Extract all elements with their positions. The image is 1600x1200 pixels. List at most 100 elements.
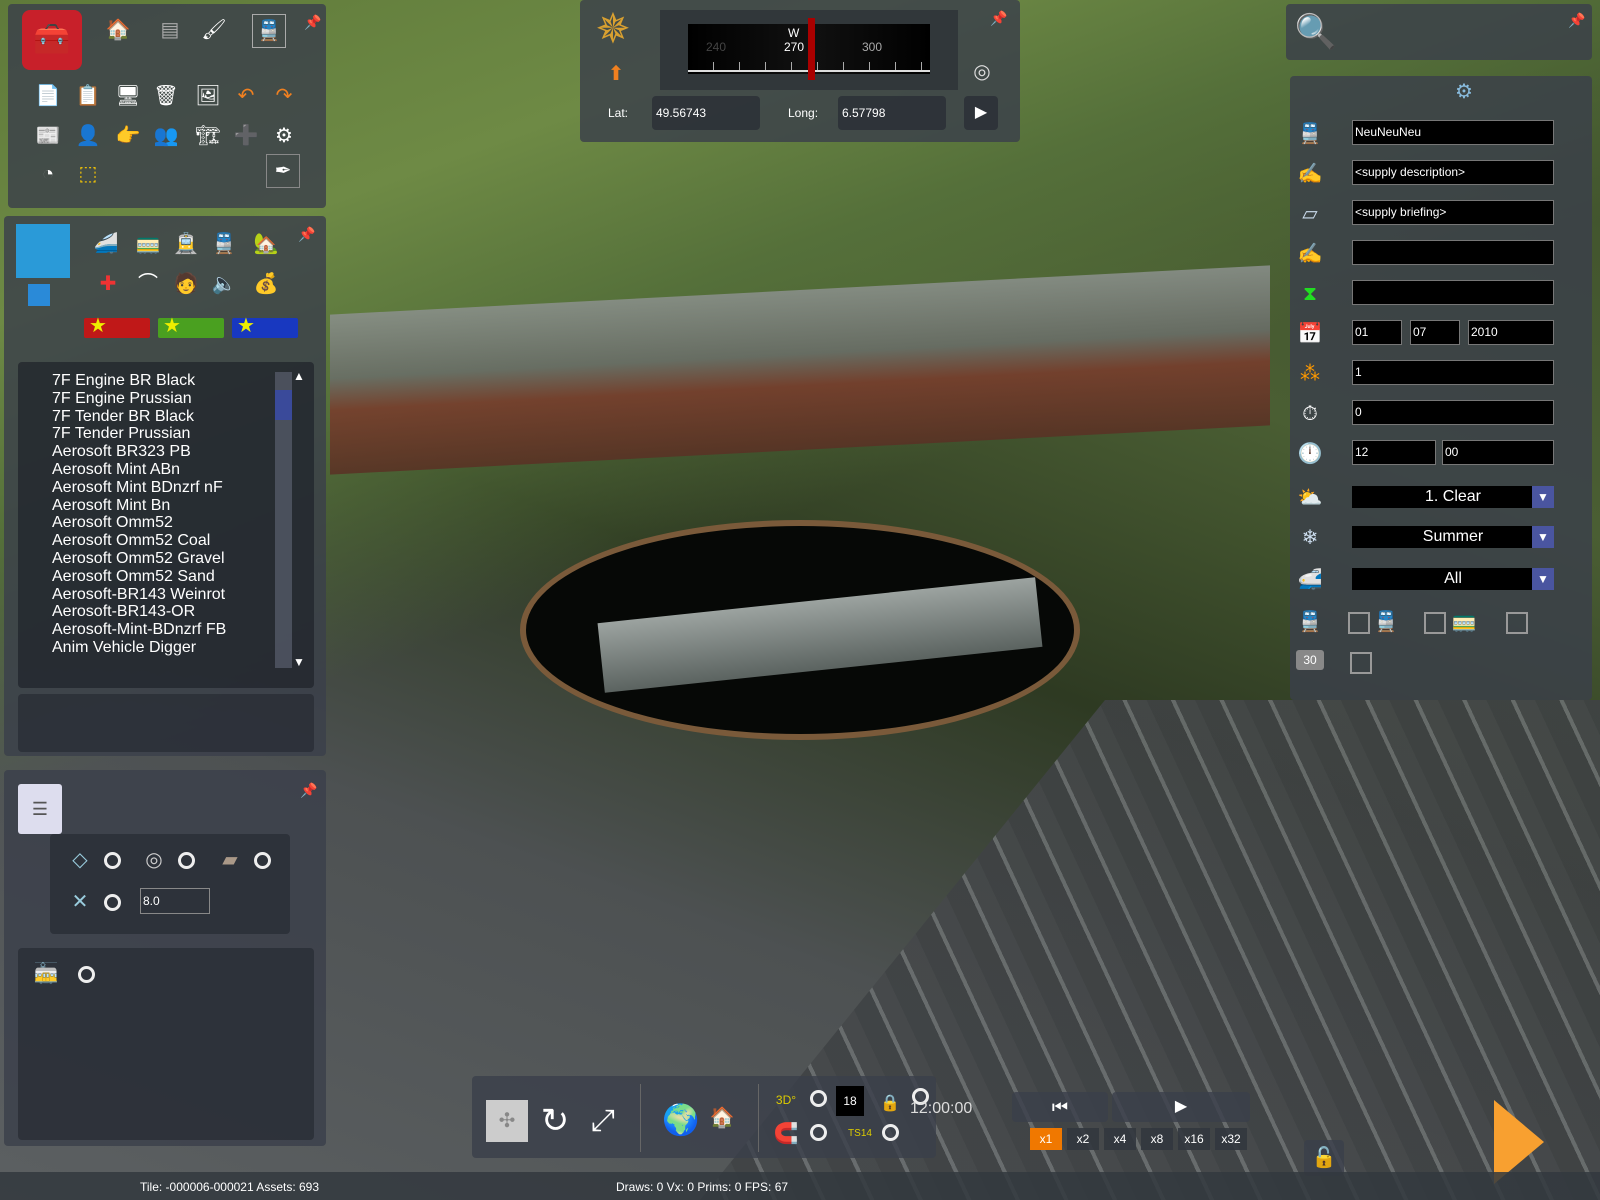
screenshot-icon[interactable]: 🖼 xyxy=(194,82,222,110)
person-icon[interactable]: 🧑 xyxy=(172,270,200,298)
list-item[interactable]: Aerosoft BR323 PB xyxy=(35,443,314,461)
selection-icon[interactable]: ⬚ xyxy=(74,160,102,188)
rewind-button[interactable]: ⏮ xyxy=(1012,1092,1108,1122)
move-icon[interactable]: ✣ xyxy=(486,1100,528,1142)
list-item[interactable]: Aerosoft Mint ABn xyxy=(35,461,314,479)
speed-button-x8[interactable]: x8 xyxy=(1141,1128,1173,1150)
plane-radio[interactable] xyxy=(104,852,121,869)
screen-icon[interactable]: 🖥 xyxy=(114,82,142,110)
option-checkbox-3[interactable] xyxy=(1506,612,1528,634)
ink-icon[interactable]: ✒ xyxy=(266,154,300,188)
undo-icon[interactable]: ↶ xyxy=(232,82,260,110)
list-item[interactable]: 7F Engine Prussian xyxy=(35,390,314,408)
pin-icon[interactable]: 📌 xyxy=(300,782,317,798)
list-item[interactable]: Anim Vehicle Digger xyxy=(35,639,314,657)
briefing-field[interactable]: <supply briefing> xyxy=(1352,200,1554,225)
driver-icon[interactable]: 👤 xyxy=(74,122,102,150)
rotate-icon[interactable]: ↻ xyxy=(534,1100,576,1142)
pointer-icon[interactable]: 👉 xyxy=(114,122,142,150)
settings-doc-icon[interactable]: ⚙ xyxy=(270,122,298,150)
angle-3d-icon[interactable]: 3D° xyxy=(772,1086,800,1114)
crane-icon[interactable]: 🏗 xyxy=(194,122,222,150)
redo-icon[interactable]: ↷ xyxy=(270,82,298,110)
map-arrow-icon[interactable]: ⬆ xyxy=(602,60,630,88)
go-button[interactable]: ▶ xyxy=(964,96,998,130)
list-item[interactable]: Aerosoft Omm52 Sand xyxy=(35,568,314,586)
people-icon[interactable]: 👥 xyxy=(152,122,180,150)
timetable-icon[interactable]: 📰 xyxy=(34,122,62,150)
scroll-up-icon[interactable]: ▲ xyxy=(276,368,305,386)
scroll-thumb[interactable] xyxy=(275,390,292,420)
recenter-icon[interactable]: ◎ xyxy=(968,58,996,86)
train-driver-icon[interactable]: 🚆 xyxy=(252,14,286,48)
toolbox-icon[interactable]: 🧰 xyxy=(22,10,82,70)
grid-radio[interactable] xyxy=(104,894,121,911)
list-item[interactable]: Aerosoft Omm52 Coal xyxy=(35,532,314,550)
target-radio[interactable] xyxy=(178,852,195,869)
lock-icon[interactable]: 🔒 xyxy=(876,1090,904,1118)
long-field[interactable]: 6.57798 xyxy=(838,96,946,130)
unlock-button[interactable]: 🔓 xyxy=(1304,1140,1344,1176)
speed-button-x16[interactable]: x16 xyxy=(1178,1128,1210,1150)
magnet-icon[interactable]: 🧲 xyxy=(772,1120,800,1148)
cube-large-icon[interactable] xyxy=(16,224,70,278)
hour-field[interactable]: 12 xyxy=(1352,440,1436,465)
speed-button-x2[interactable]: x2 xyxy=(1067,1128,1099,1150)
paint-brush-icon[interactable]: 🖌 xyxy=(200,16,228,44)
list-item[interactable]: Aerosoft-BR143 Weinrot xyxy=(35,586,314,604)
delete-icon[interactable]: 🗑 xyxy=(152,82,180,110)
option-checkbox-2[interactable] xyxy=(1424,612,1446,634)
train-direction-radio[interactable] xyxy=(78,966,95,983)
start-location-field[interactable] xyxy=(1352,280,1554,305)
chevron-down-icon[interactable]: ▼ xyxy=(1532,526,1554,548)
house-tree-icon[interactable]: 🏡 xyxy=(252,230,280,258)
compass-rose-icon[interactable]: ✵ xyxy=(588,4,638,54)
list-item[interactable]: Aerosoft Omm52 xyxy=(35,514,314,532)
list-item[interactable]: 7F Tender Prussian xyxy=(35,425,314,443)
heading-strip[interactable]: W 240 270 300 xyxy=(660,10,958,90)
train-front-icon[interactable]: 🚆 xyxy=(210,230,238,258)
list-item[interactable]: Aerosoft Omm52 Gravel xyxy=(35,550,314,568)
day-field[interactable]: 01 xyxy=(1352,320,1402,345)
signal-icon[interactable]: ✚ xyxy=(94,270,122,298)
weather-dropdown[interactable]: 1. Clear ▼ xyxy=(1352,486,1554,508)
search-icon[interactable]: 🔍 xyxy=(1294,10,1338,54)
home-icon[interactable]: 🏠 xyxy=(708,1104,736,1132)
wagon-icon[interactable]: 🚃 xyxy=(134,230,162,258)
speed-button-x32[interactable]: x32 xyxy=(1215,1128,1247,1150)
list-item[interactable]: Aerosoft-BR143-OR xyxy=(35,603,314,621)
loco-icon[interactable]: 🚄 xyxy=(92,230,120,258)
chevron-down-icon[interactable]: ▼ xyxy=(1532,568,1554,590)
angle-radio[interactable] xyxy=(810,1090,827,1107)
home-icon[interactable]: 🏠 xyxy=(104,16,132,44)
list-item[interactable]: 7F Tender BR Black xyxy=(35,408,314,426)
month-field[interactable]: 07 xyxy=(1410,320,1460,345)
paste-icon[interactable]: 📋 xyxy=(74,82,102,110)
cube-small-icon[interactable] xyxy=(28,284,50,306)
list-item[interactable]: Aerosoft-Mint-BDnzrf FB xyxy=(35,621,314,639)
scenario-name-field[interactable]: NeuNeuNeu xyxy=(1352,120,1554,145)
ts14-radio[interactable] xyxy=(882,1124,899,1141)
speed-button-x1[interactable]: x1 xyxy=(1030,1128,1062,1150)
option-checkbox-1[interactable] xyxy=(1348,612,1370,634)
year-field[interactable]: 2010 xyxy=(1468,320,1554,345)
pie-chart-icon[interactable]: ◔ xyxy=(34,160,62,188)
duration-field[interactable]: 0 xyxy=(1352,400,1554,425)
bridge-icon[interactable]: ⌒ xyxy=(134,270,162,298)
option-checkbox-4[interactable] xyxy=(1350,652,1372,674)
list-item[interactable]: Aerosoft Mint Bn xyxy=(35,497,314,515)
description-field[interactable]: <supply description> xyxy=(1352,160,1554,185)
add-driver-icon[interactable]: ➕ xyxy=(232,122,260,150)
play-button[interactable]: ▶ xyxy=(1112,1092,1250,1122)
cargo-icon[interactable]: 💰 xyxy=(252,270,280,298)
author-field[interactable] xyxy=(1352,240,1554,265)
tram-icon[interactable]: 🚊 xyxy=(172,230,200,258)
list-item[interactable]: Aerosoft Mint BDnzrf nF xyxy=(35,479,314,497)
difficulty-field[interactable]: 1 xyxy=(1352,360,1554,385)
chevron-down-icon[interactable]: ▼ xyxy=(1532,486,1554,508)
globe-icon[interactable]: 🌍 xyxy=(662,1104,699,1138)
pin-icon[interactable]: 📌 xyxy=(990,10,1007,26)
magnet-radio[interactable] xyxy=(810,1124,827,1141)
ts14-icon[interactable]: TS14 xyxy=(846,1120,874,1148)
list-item[interactable]: 7F Engine BR Black xyxy=(35,372,314,390)
